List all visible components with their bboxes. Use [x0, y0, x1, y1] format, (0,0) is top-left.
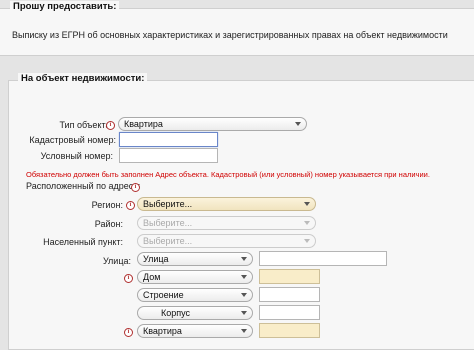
- cadastral-label: Кадастровый номер:: [29, 135, 116, 145]
- info-icon[interactable]: i: [124, 274, 133, 283]
- district-label: Район:: [94, 219, 123, 229]
- object-type-value: Квартира: [124, 119, 163, 129]
- object-type-select[interactable]: Квартира: [118, 117, 307, 131]
- chevron-down-icon: [304, 202, 310, 206]
- info-icon[interactable]: i: [131, 183, 140, 192]
- locality-value: Выберите...: [143, 236, 193, 246]
- object-legend: На объект недвижимости:: [18, 73, 148, 84]
- conditional-label: Условный номер:: [40, 151, 113, 161]
- request-legend: Прошу предоставить:: [10, 1, 120, 12]
- chevron-down-icon: [241, 257, 247, 261]
- chevron-down-icon: [241, 329, 247, 333]
- street-label: Улица:: [102, 256, 131, 266]
- building-type-value: Строение: [143, 290, 184, 300]
- conditional-input[interactable]: [119, 148, 218, 163]
- address-heading: Расположенный по адресу:: [26, 181, 141, 191]
- apartment-input[interactable]: [259, 323, 320, 338]
- chevron-down-icon: [304, 239, 310, 243]
- chevron-down-icon: [241, 275, 247, 279]
- info-icon[interactable]: i: [126, 201, 135, 210]
- apartment-type-select[interactable]: Квартира: [137, 324, 253, 338]
- apartment-type-value: Квартира: [143, 326, 182, 336]
- chevron-down-icon: [241, 311, 247, 315]
- info-icon[interactable]: i: [106, 121, 115, 130]
- region-select[interactable]: Выберите...: [137, 197, 316, 211]
- chevron-down-icon: [295, 122, 301, 126]
- house-type-value: Дом: [143, 272, 161, 282]
- district-select[interactable]: Выберите...: [137, 216, 316, 230]
- locality-select[interactable]: Выберите...: [137, 234, 316, 248]
- korpus-type-select[interactable]: Корпус: [137, 306, 253, 320]
- cadastral-input[interactable]: [119, 132, 218, 147]
- region-value: Выберите...: [143, 199, 193, 209]
- district-value: Выберите...: [143, 218, 193, 228]
- locality-label: Населенный пункт:: [43, 237, 123, 247]
- street-input[interactable]: [259, 251, 387, 266]
- object-type-label: Тип объекта:: [59, 120, 113, 130]
- chevron-down-icon: [304, 221, 310, 225]
- street-type-select[interactable]: Улица: [137, 252, 253, 266]
- region-label: Регион:: [91, 200, 123, 210]
- street-type-value: Улица: [143, 254, 169, 264]
- house-type-select[interactable]: Дом: [137, 270, 253, 284]
- request-text: Выписку из ЕГРН об основных характеристи…: [12, 30, 448, 40]
- address-warning: Обязательно должен быть заполнен Адрес о…: [26, 170, 430, 179]
- korpus-type-value: Корпус: [161, 308, 191, 318]
- house-input[interactable]: [259, 269, 320, 284]
- korpus-input[interactable]: [259, 305, 320, 320]
- info-icon[interactable]: i: [124, 328, 133, 337]
- building-input[interactable]: [259, 287, 320, 302]
- chevron-down-icon: [241, 293, 247, 297]
- building-type-select[interactable]: Строение: [137, 288, 253, 302]
